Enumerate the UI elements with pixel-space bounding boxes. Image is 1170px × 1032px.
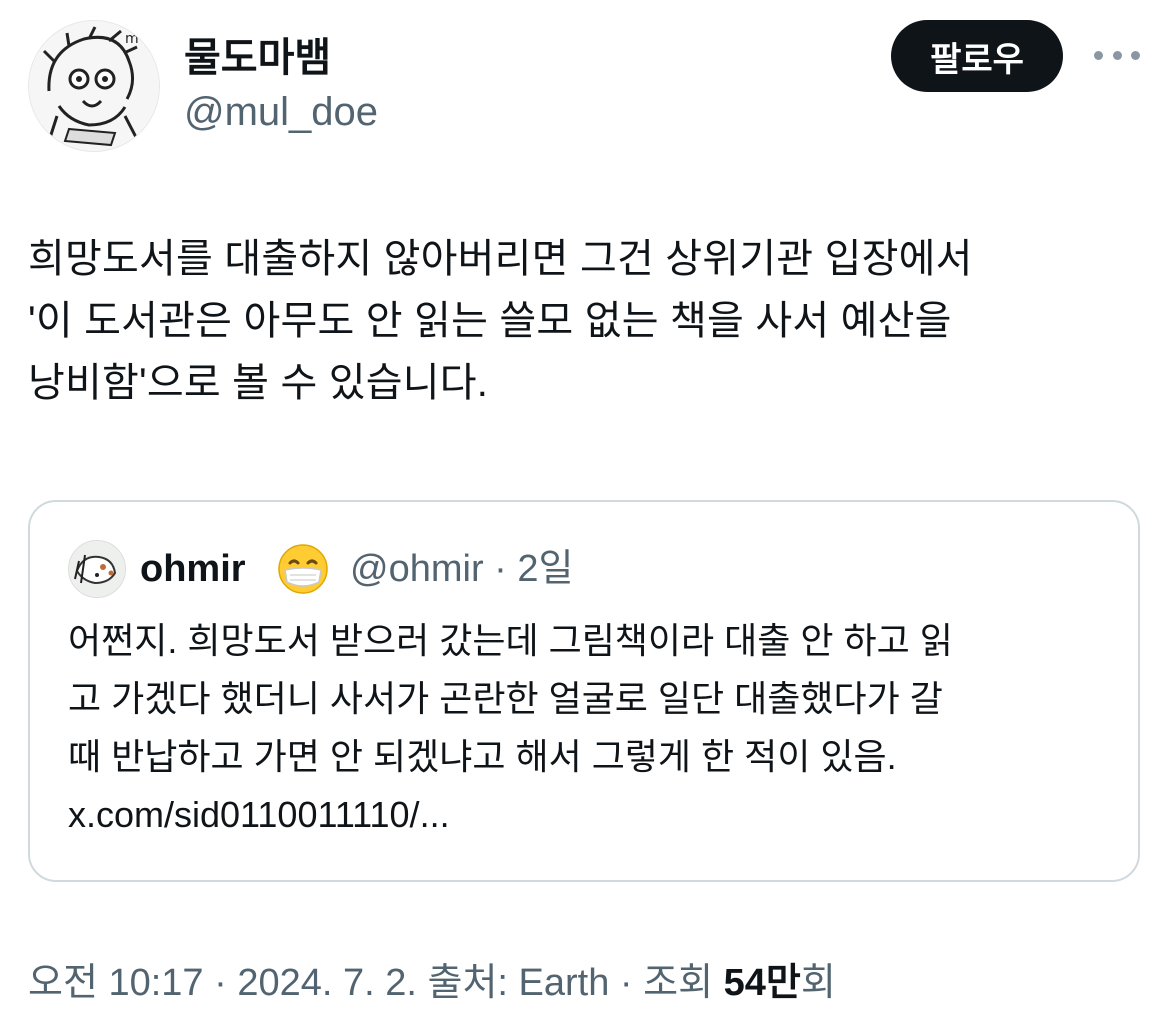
more-dots-icon[interactable] — [1094, 40, 1140, 70]
views-count: 54만 — [723, 962, 801, 1004]
tweet-text-line: 희망도서를 대출하지 않아버리면 그건 상위기관 입장에서 — [28, 237, 973, 281]
more-dot — [1094, 50, 1103, 60]
tweet-text-line: 낭비함'으로 볼 수 있습니다. — [28, 361, 489, 405]
views-suffix: 회 — [800, 962, 836, 1004]
tweet-text-line: '이 도서관은 아무도 안 읽는 쓸모 없는 책을 사서 예산을 — [28, 299, 952, 343]
more-dot — [1131, 50, 1140, 60]
svg-text:m~: m~ — [125, 31, 150, 47]
quote-text-line: 어쩐지. 희망도서 받으러 갔는데 그림책이라 대출 안 하고 읽 — [68, 620, 953, 661]
quoted-tweet-card[interactable]: ohmir @ohmir · 2일 어쩐지. 희망도서 받으러 갔는데 그림책이… — [28, 500, 1140, 882]
quote-text-line: 때 반납하고 가면 안 되겠냐고 해서 그렇게 한 적이 있음. — [68, 736, 897, 777]
follow-button[interactable]: 팔로우 — [891, 20, 1063, 92]
tweet-text: 희망도서를 대출하지 않아버리면 그건 상위기관 입장에서 '이 도서관은 아무… — [28, 228, 1148, 414]
quote-handle-time: @ohmir · 2일 — [350, 548, 574, 590]
quote-text: 어쩐지. 희망도서 받으러 갔는데 그림책이라 대출 안 하고 읽 고 가겠다 … — [68, 612, 1118, 844]
cartoon-avatar-icon: m~ — [29, 21, 159, 151]
author-display-name[interactable]: 물도마뱀 — [184, 34, 331, 82]
author-handle[interactable]: @mul_doe — [184, 88, 378, 136]
quote-avatar — [68, 540, 126, 598]
timestamp-source[interactable]: 오전 10:17 · 2024. 7. 2. 출처: Earth · 조회 — [28, 962, 724, 1004]
tweet-meta: 오전 10:17 · 2024. 7. 2. 출처: Earth · 조회 54… — [28, 960, 836, 1006]
author-avatar[interactable]: m~ — [28, 20, 160, 152]
more-dot — [1112, 50, 1122, 60]
quote-link[interactable]: x.com/sid0110011110/... — [68, 786, 1118, 844]
face-with-mask-emoji-icon — [278, 544, 328, 594]
quote-text-line: 고 가겠다 했더니 사서가 곤란한 얼굴로 일단 대출했다가 갈 — [68, 678, 943, 719]
quote-avatar-icon — [69, 541, 125, 597]
quote-author-name[interactable]: ohmir — [140, 546, 246, 592]
